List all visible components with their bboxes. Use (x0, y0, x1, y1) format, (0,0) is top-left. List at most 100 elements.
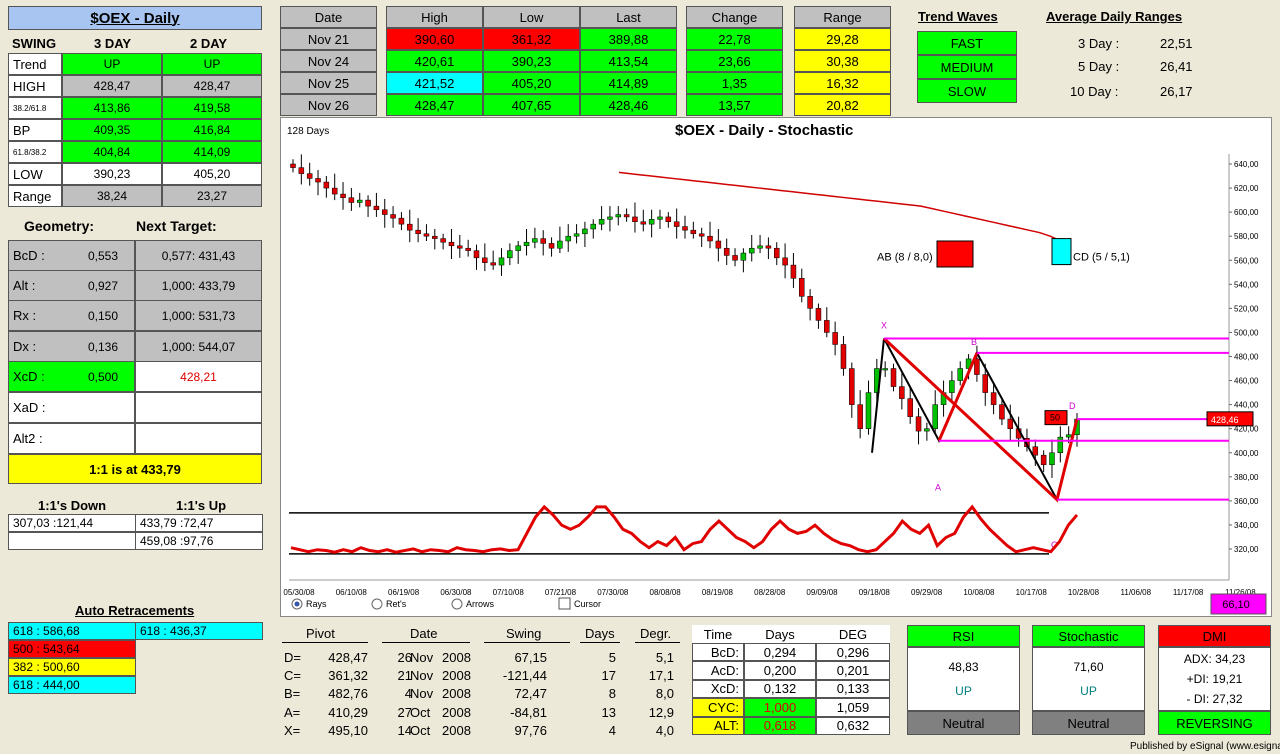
pattern-point-label-a: A (935, 483, 941, 493)
pivot-cell-s: 67,15 (514, 650, 547, 665)
trend-waves-label: Trend Waves (918, 9, 998, 24)
stochastic-line (290, 504, 1079, 554)
pivot-cell-day: 26 (397, 650, 412, 665)
candle-body (715, 240, 722, 249)
candle-body (398, 217, 405, 225)
candle-body (1007, 418, 1014, 429)
time-cell-g: 0,133 (816, 679, 890, 699)
pivot-header-underline (382, 642, 470, 643)
radio-label: Arrows (466, 599, 495, 609)
time-cell-k: AcD: (692, 661, 744, 680)
candle-body (974, 358, 980, 375)
candle-body (1032, 446, 1039, 456)
candle-body (315, 178, 321, 183)
candle-body (682, 226, 688, 231)
pivot-cell-deg: 5,1 (655, 650, 674, 665)
candle-body (381, 209, 388, 215)
swing-2day-value: 428,47 (162, 75, 262, 97)
radio-label: Rays (306, 599, 327, 609)
geometry-row-target: 0,577: 431,43 (135, 240, 262, 271)
pivot-cell-pv: 495,10 (328, 722, 368, 738)
dmi-status: REVERSING (1158, 711, 1271, 735)
price-chart[interactable]: 640,00 620,00 600,00 580,00 560,00 540,00 520,… (281, 118, 1271, 616)
auto-retr-right-1: 618 : 436,37 (135, 622, 263, 640)
candle-body (932, 404, 938, 429)
geometry-row-label: BcD : (8, 240, 72, 271)
swing-row-label: LOW (8, 163, 62, 185)
y-tick-label: 520,00 (1234, 304, 1259, 313)
price-col-header: High (386, 6, 483, 28)
time-col-header: DEG (816, 625, 890, 643)
candle-body (632, 216, 638, 222)
pivot-cell-days: 13 (601, 704, 616, 720)
chart-panel[interactable]: 640,00 620,00 600,00 580,00 560,00 540,00 520,… (280, 117, 1272, 617)
avg-range-3-label: 3 Day : (1078, 36, 1120, 51)
time-cell-d: 0,132 (744, 679, 816, 699)
x-tick-label: 08/08/08 (650, 588, 682, 597)
rsi-header: RSI (907, 625, 1020, 647)
swing-2day-value: 414,09 (162, 141, 262, 163)
price-cell-range: 30,38 (794, 50, 891, 72)
y-tick-label: 360,00 (1234, 497, 1259, 506)
page-title-text: $OEX - Daily (90, 9, 180, 27)
candle-body (690, 229, 697, 235)
y-tick-label: 540,00 (1234, 280, 1259, 289)
price-col-header: Date (280, 6, 377, 28)
candle-body (673, 221, 680, 227)
price-cell-high: 420,61 (386, 50, 483, 72)
ones-up-1: 433,79 :72,47 (135, 514, 263, 532)
price-cell-date: Nov 25 (280, 72, 377, 94)
ones-up-2: 459,08 :97,76 (135, 532, 263, 550)
candle-body (990, 392, 997, 405)
pivot-cell-m: Nov (410, 686, 434, 702)
pivot-cell-y: 2008 (442, 668, 471, 684)
y-tick-label: 600,00 (1234, 208, 1259, 217)
y-tick-label: 320,00 (1234, 545, 1259, 554)
price-cell-last: 389,88 (580, 28, 677, 50)
box-50-text: 50 (1050, 413, 1060, 423)
pivot-cell-days: 4 (608, 722, 616, 738)
auto-retracements-label: Auto Retracements (75, 603, 195, 618)
swing-2day-value: 419,58 (162, 97, 262, 119)
pivot-header-underline (282, 642, 368, 643)
dmi-body: ADX: 34,23 +DI: 19,21 - DI: 27,32 (1158, 647, 1271, 711)
price-cell-low: 407,65 (483, 94, 580, 116)
pattern-point-label-b: B (971, 337, 977, 347)
geometry-row-target (135, 423, 262, 454)
candle-body (340, 193, 346, 198)
geometry-row-value (72, 392, 135, 423)
swing-row-label: Range (8, 185, 62, 207)
price-cell-range: 20,82 (794, 94, 891, 116)
pivot-cell-s: 97,76 (514, 722, 547, 738)
x-tick-label: 08/28/08 (754, 588, 786, 597)
geometry-label: Geometry: (24, 218, 95, 234)
time-cell-d: 0,294 (744, 643, 816, 662)
avg-ranges-label: Average Daily Ranges (1046, 9, 1183, 24)
candle-body (565, 235, 571, 242)
candle-body (457, 245, 463, 249)
candle-body (440, 238, 446, 243)
candle-body (707, 235, 713, 242)
candle-body (807, 296, 813, 309)
footer-credit: Published by eSignal (www.esignal.com) (1130, 741, 1280, 752)
pivot-header-underline (580, 642, 620, 643)
cd-label: CD (5 / 5,1) (1073, 252, 1130, 264)
candle-body (473, 250, 480, 259)
time-cell-d: 0,200 (744, 661, 816, 680)
candle-body (557, 240, 563, 249)
candle-body (548, 243, 555, 249)
pivot-cell-day: 14 (397, 722, 412, 738)
pivot-cell-y: 2008 (442, 704, 471, 720)
candle-body (490, 262, 496, 266)
avg-range-5-value: 26,41 (1160, 59, 1193, 74)
time-col-header: Days (744, 625, 816, 643)
pivot-cell-pv: 410,29 (328, 704, 368, 720)
candle-body (365, 199, 371, 207)
candle-body (515, 245, 521, 251)
geometry-row-label: Rx : (8, 300, 72, 331)
time-cell-d: 0,618 (744, 716, 816, 735)
swing-row-label: 61.8/38.2 (8, 141, 62, 163)
geometry-row-value: 0,553 (72, 240, 135, 271)
candle-body (915, 416, 922, 432)
candle-body (773, 247, 780, 259)
